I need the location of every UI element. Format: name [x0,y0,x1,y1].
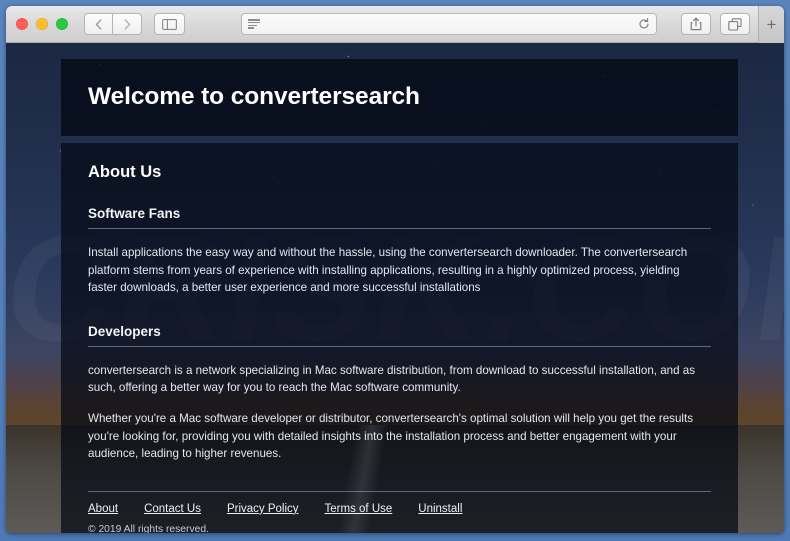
web-page: PCRISK.COM Welcome to convertersearch Ab… [6,43,784,533]
page-footer: About Contact Us Privacy Policy Terms of… [88,490,711,533]
new-tab-button[interactable]: + [758,6,784,43]
maximize-window-button[interactable] [56,18,68,30]
share-icon [690,17,702,31]
hero-panel: Welcome to convertersearch [61,59,738,136]
browser-window: + PCRISK.COM Welcome to convertersearch … [0,0,790,541]
footer-link-uninstall[interactable]: Uninstall [418,503,462,515]
reader-view-icon[interactable] [248,19,260,29]
window-inner: + PCRISK.COM Welcome to convertersearch … [6,6,784,533]
section-title-software-fans: Software Fans [88,206,711,229]
footer-link-about[interactable]: About [88,503,118,515]
footer-link-contact-us[interactable]: Contact Us [144,503,201,515]
section-paragraph: Install applications the easy way and wi… [88,246,688,295]
browser-toolbar: + [6,6,784,43]
section-title-developers: Developers [88,324,711,347]
window-controls [16,18,68,30]
chevron-left-icon [95,18,102,30]
section-paragraph: convertersearch is a network specializin… [88,363,696,395]
footer-link-terms-of-use[interactable]: Terms of Use [325,503,393,515]
forward-button[interactable] [113,13,142,35]
page-title: Welcome to convertersearch [88,83,420,110]
page-content: Welcome to convertersearch About Us Soft… [61,59,738,533]
navigation-buttons [84,13,142,35]
address-bar[interactable] [241,13,657,35]
footer-links: About Contact Us Privacy Policy Terms of… [88,503,711,515]
about-panel: About Us Software Fans Install applicati… [61,143,738,533]
reload-icon[interactable] [638,18,650,30]
show-sidebar-button[interactable] [154,13,185,35]
show-tabs-button[interactable] [720,13,750,35]
toolbar-right-buttons [681,13,758,35]
close-window-button[interactable] [16,18,28,30]
back-button[interactable] [84,13,113,35]
tabs-overview-icon [728,17,742,31]
footer-link-privacy-policy[interactable]: Privacy Policy [227,503,299,515]
section-paragraph: Whether you're a Mac software developer … [88,412,694,461]
share-button[interactable] [681,13,711,35]
sidebar-icon [162,18,177,30]
about-heading: About Us [88,163,162,181]
copyright-text: © 2019 All rights reserved. [88,523,209,533]
minimize-window-button[interactable] [36,18,48,30]
chevron-right-icon [124,18,130,30]
